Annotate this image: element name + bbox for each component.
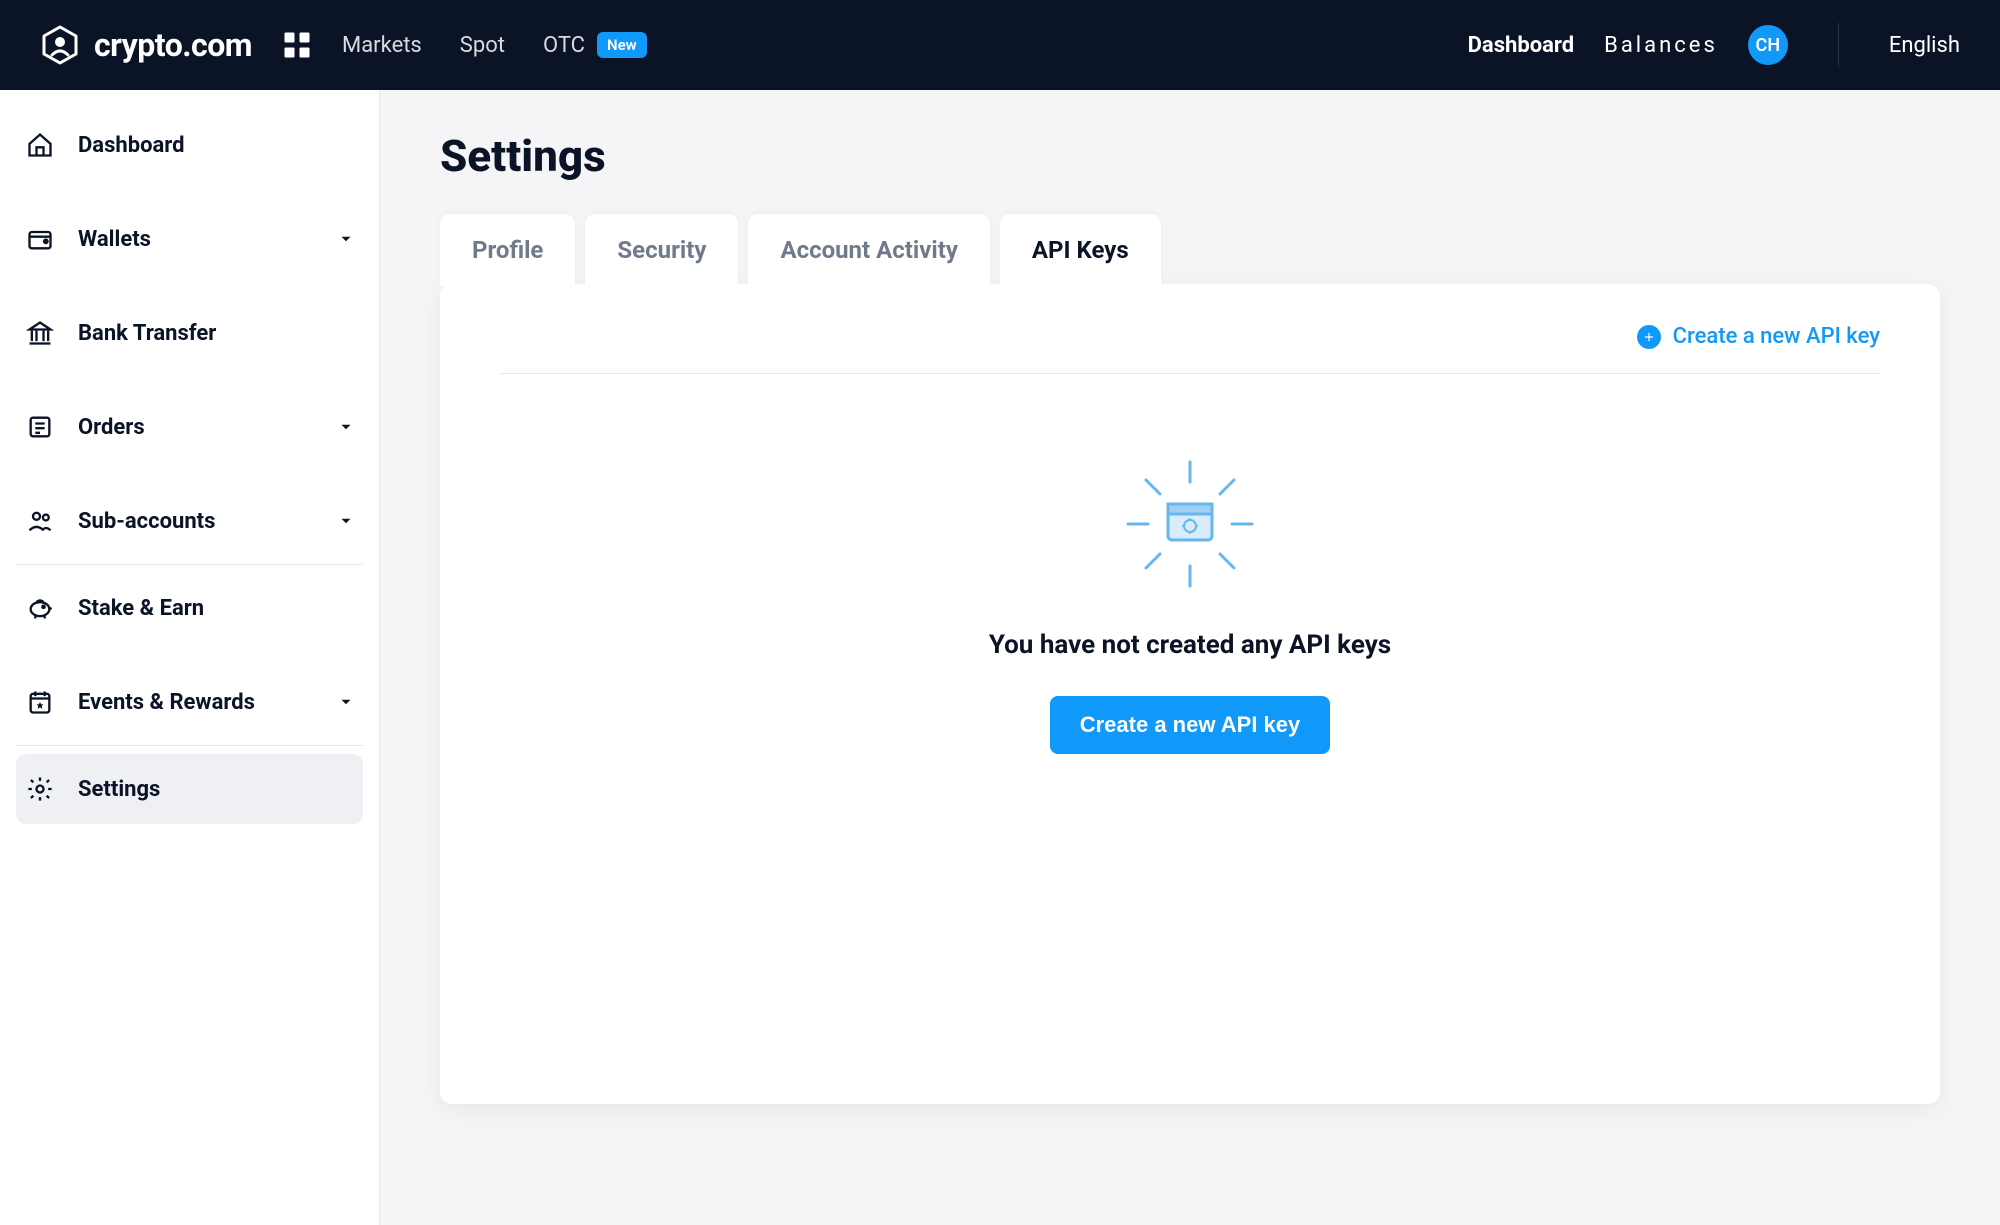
list-icon — [24, 411, 56, 443]
nav-markets[interactable]: Markets — [342, 33, 422, 58]
sidebar-divider — [16, 745, 363, 746]
wallet-icon — [24, 223, 56, 255]
chevron-down-icon — [337, 418, 355, 436]
sidebar-item-events-rewards[interactable]: Events & Rewards — [16, 667, 363, 737]
empty-state: You have not created any API keys Create… — [500, 454, 1880, 754]
sidebar-item-label: Events & Rewards — [78, 690, 255, 715]
plus-circle-icon — [1637, 325, 1661, 349]
piggy-bank-icon — [24, 592, 56, 624]
language-selector[interactable]: English — [1889, 33, 1960, 58]
panel-header-row: Create a new API key — [500, 324, 1880, 374]
tab-api-keys[interactable]: API Keys — [1000, 214, 1161, 286]
apps-grid-icon[interactable] — [282, 30, 312, 60]
create-api-key-link[interactable]: Create a new API key — [1637, 324, 1880, 349]
nav-balances[interactable]: Balances — [1604, 33, 1718, 58]
sidebar-item-orders[interactable]: Orders — [16, 392, 363, 462]
page-title: Settings — [440, 130, 1940, 182]
chevron-down-icon — [337, 512, 355, 530]
sidebar-item-stake-earn[interactable]: Stake & Earn — [16, 573, 363, 643]
sidebar-item-sub-accounts[interactable]: Sub-accounts — [16, 486, 363, 556]
sidebar-item-label: Settings — [78, 777, 160, 802]
sidebar-item-label: Sub-accounts — [78, 509, 215, 534]
calendar-star-icon — [24, 686, 56, 718]
chevron-down-icon — [337, 693, 355, 711]
empty-state-heading: You have not created any API keys — [989, 630, 1391, 660]
sidebar-item-label: Stake & Earn — [78, 596, 204, 621]
new-badge: New — [597, 32, 647, 58]
topbar: crypto.com Markets Spot OTC New Dashboar… — [0, 0, 2000, 90]
settings-tabs: Profile Security Account Activity API Ke… — [440, 214, 1940, 286]
create-api-key-link-label: Create a new API key — [1673, 324, 1880, 349]
brand-logo-icon — [40, 25, 80, 65]
sidebar-item-dashboard[interactable]: Dashboard — [16, 110, 363, 180]
top-navigation: Markets Spot OTC New — [342, 32, 647, 58]
users-icon — [24, 505, 56, 537]
tab-account-activity[interactable]: Account Activity — [748, 214, 989, 286]
sidebar-item-wallets[interactable]: Wallets — [16, 204, 363, 274]
brand-name: crypto.com — [94, 26, 252, 64]
sidebar-item-settings[interactable]: Settings — [16, 754, 363, 824]
sidebar: Dashboard Wallets Bank Transfer Orders — [0, 90, 380, 1225]
api-key-illustration-icon — [1120, 454, 1260, 594]
topbar-right: Dashboard Balances CH English — [1468, 23, 1960, 67]
nav-spot[interactable]: Spot — [460, 33, 505, 58]
api-keys-panel: Create a new API key — [440, 284, 1940, 1104]
sidebar-item-label: Dashboard — [78, 133, 185, 158]
home-icon — [24, 129, 56, 161]
tab-profile[interactable]: Profile — [440, 214, 575, 286]
sidebar-divider — [16, 564, 363, 565]
sidebar-item-bank-transfer[interactable]: Bank Transfer — [16, 298, 363, 368]
sidebar-item-label: Orders — [78, 415, 145, 440]
avatar[interactable]: CH — [1748, 25, 1788, 65]
create-api-key-button[interactable]: Create a new API key — [1050, 696, 1331, 754]
sidebar-item-label: Bank Transfer — [78, 321, 216, 346]
nav-otc-label: OTC — [543, 33, 585, 58]
tab-security[interactable]: Security — [585, 214, 738, 286]
nav-otc[interactable]: OTC New — [543, 32, 647, 58]
vertical-separator — [1838, 23, 1839, 67]
nav-dashboard[interactable]: Dashboard — [1468, 33, 1575, 58]
brand[interactable]: crypto.com — [40, 25, 252, 65]
sidebar-item-label: Wallets — [78, 227, 151, 252]
main-content: Settings Profile Security Account Activi… — [380, 90, 2000, 1225]
gear-icon — [24, 773, 56, 805]
bank-icon — [24, 317, 56, 349]
chevron-down-icon — [337, 230, 355, 248]
